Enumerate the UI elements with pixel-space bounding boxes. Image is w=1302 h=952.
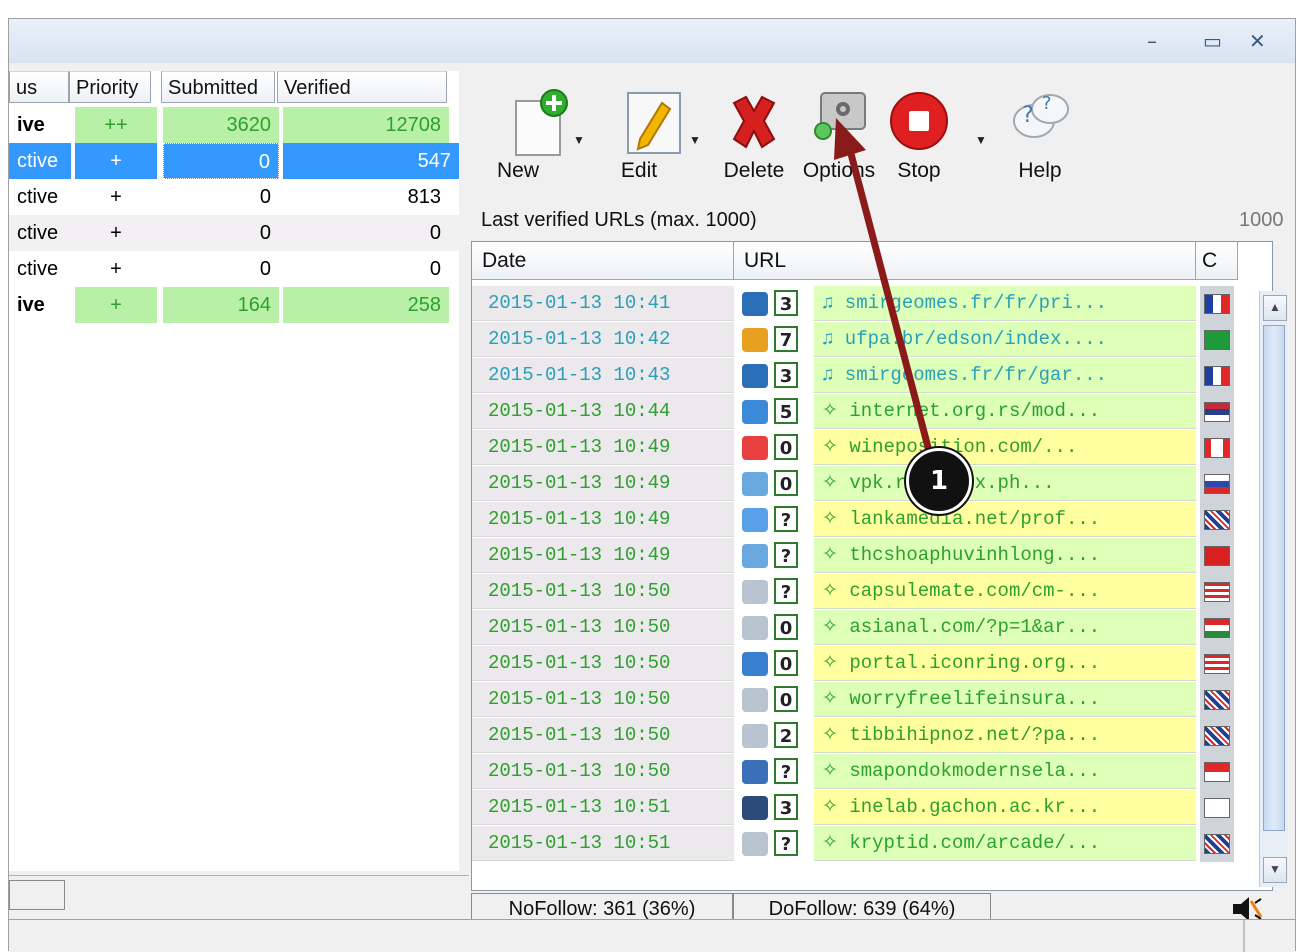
annotation-arrow — [834, 118, 938, 474]
annotation-step-badge: 1 — [906, 448, 972, 514]
